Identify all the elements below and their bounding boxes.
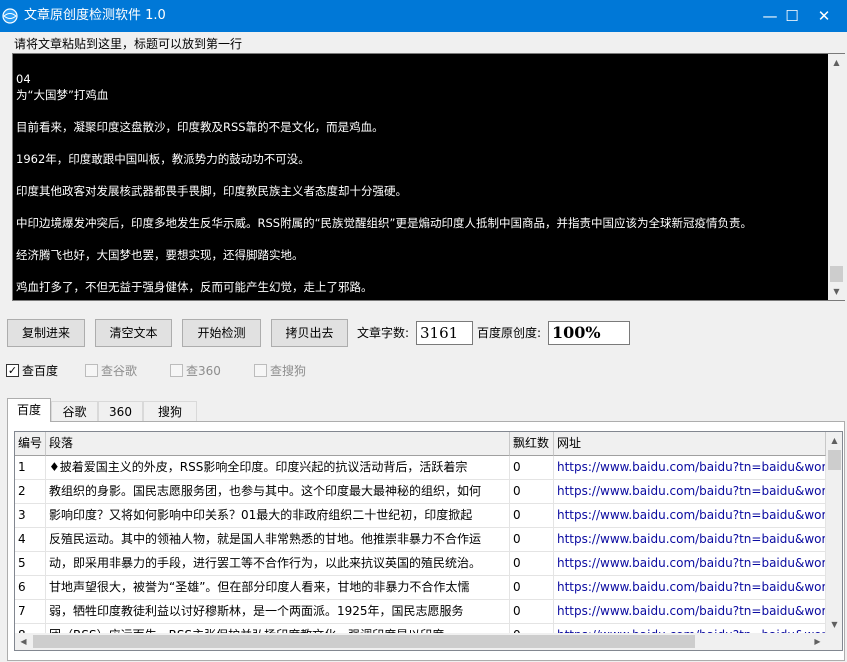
checkbox-icon[interactable] — [85, 364, 98, 377]
title-bar[interactable]: 文章原创度检测软件 1.0 — ☐ ✕ — [0, 0, 847, 32]
check-baidu[interactable]: ✓ 查百度 — [6, 363, 66, 379]
editor-scrollbar[interactable]: ▲ ▼ — [828, 54, 845, 300]
tab-360[interactable]: 360 — [98, 401, 143, 421]
scroll-right-icon[interactable]: ▶ — [809, 633, 826, 650]
article-line: 1962年，印度敢跟中国叫板，教派势力的鼓动功不可没。 — [16, 152, 310, 166]
row-url-link[interactable]: https://www.baidu.com/baidu?tn=baidu&wor… — [554, 552, 826, 576]
row-red-count: 0 — [510, 480, 554, 504]
table-row[interactable]: 4 反殖民运动。其中的领袖人物，就是国人非常熟悉的甘地。他推崇非暴力不合作运 0… — [15, 528, 826, 552]
row-paragraph: 弱，牺牲印度教徒利益以讨好穆斯林，是一个两面派。1925年，国民志愿服务 — [46, 600, 510, 624]
tab-baidu[interactable]: 百度 — [7, 398, 51, 422]
row-id: 3 — [15, 504, 46, 528]
check-360-label: 查360 — [186, 364, 221, 378]
copy-in-button[interactable]: 复制进来 — [7, 319, 85, 347]
scroll-up-icon[interactable]: ▲ — [826, 432, 842, 449]
article-textarea[interactable]: 04 为“大国梦”打鸡血 目前看来，凝聚印度这盘散沙，印度教及RSS靠的不是文化… — [12, 53, 845, 301]
start-check-button[interactable]: 开始检测 — [182, 319, 261, 347]
window-title: 文章原创度检测软件 1.0 — [24, 8, 166, 23]
article-line: 印度其他政客对发展核武器都畏手畏脚，印度教民族主义者态度却十分强硬。 — [16, 184, 407, 198]
copy-out-button[interactable]: 拷贝出去 — [271, 319, 348, 347]
word-count-label: 文章字数: — [357, 326, 410, 340]
check-baidu-label: 查百度 — [22, 364, 59, 378]
table-row[interactable]: 1 ♦披着爱国主义的外皮，RSS影响全印度。印度兴起的抗议活动背后，活跃着宗 0… — [15, 456, 826, 480]
article-line: 目前看来，凝聚印度这盘散沙，印度教及RSS靠的不是文化，而是鸡血。 — [16, 120, 384, 134]
scroll-thumb[interactable] — [828, 450, 841, 470]
check-360[interactable]: 查360 — [170, 363, 230, 379]
row-url-link[interactable]: https://www.baidu.com/baidu?tn=baidu&wor… — [554, 456, 826, 480]
originality-label: 百度原创度: — [477, 326, 542, 340]
row-url-link[interactable]: https://www.baidu.com/baidu?tn=baidu&wor… — [554, 480, 826, 504]
originality-field[interactable]: 100% — [548, 321, 630, 345]
article-line: 鸡血打多了，不但无益于强身健体，反而可能产生幻觉，走上了邪路。 — [16, 280, 373, 294]
scroll-left-icon[interactable]: ◀ — [15, 633, 32, 650]
row-red-count: 0 — [510, 456, 554, 480]
check-google-label: 查谷歌 — [101, 364, 138, 378]
tab-sogou[interactable]: 搜狗 — [143, 401, 197, 421]
check-sogou[interactable]: 查搜狗 — [254, 363, 314, 379]
table-row[interactable]: 5 动，即采用非暴力的手段，进行罢工等不合作行为，以此来抗议英国的殖民统治。 0… — [15, 552, 826, 576]
scroll-thumb[interactable] — [830, 266, 843, 282]
row-paragraph: ♦披着爱国主义的外皮，RSS影响全印度。印度兴起的抗议活动背后，活跃着宗 — [46, 456, 510, 480]
word-count-field[interactable]: 3161 — [416, 321, 473, 345]
article-line: 为“大国梦”打鸡血 — [16, 88, 109, 102]
row-red-count: 0 — [510, 552, 554, 576]
checkbox-checked-icon[interactable]: ✓ — [6, 364, 19, 377]
row-paragraph: 甘地声望很大，被誉为“圣雄”。但在部分印度人看来，甘地的非暴力不合作太懦 — [46, 576, 510, 600]
row-id: 4 — [15, 528, 46, 552]
column-header-paragraph[interactable]: 段落 — [46, 432, 510, 456]
table-row[interactable]: 7 弱，牺牲印度教徒利益以讨好穆斯林，是一个两面派。1925年，国民志愿服务 0… — [15, 600, 826, 624]
editor-instruction: 请将文章粘贴到这里，标题可以放到第一行 — [14, 37, 243, 51]
column-header-id[interactable]: 编号 — [15, 432, 46, 456]
table-row[interactable]: 6 甘地声望很大，被誉为“圣雄”。但在部分印度人看来，甘地的非暴力不合作太懦 0… — [15, 576, 826, 600]
row-id: 7 — [15, 600, 46, 624]
checkbox-icon[interactable] — [254, 364, 267, 377]
table-row[interactable]: 3 影响印度？又将如何影响中印关系？01最大的非政府组织二十世纪初，印度掀起 0… — [15, 504, 826, 528]
article-line: 04 — [16, 72, 31, 86]
close-button[interactable]: ✕ — [801, 0, 847, 32]
results-grid[interactable]: 编号 段落 飘红数 网址 1 ♦披着爱国主义的外皮，RSS影响全印度。印度兴起的… — [14, 431, 843, 651]
clear-text-button[interactable]: 清空文本 — [95, 319, 172, 347]
row-paragraph: 反殖民运动。其中的领袖人物，就是国人非常熟悉的甘地。他推崇非暴力不合作运 — [46, 528, 510, 552]
row-id: 5 — [15, 552, 46, 576]
grid-vertical-scrollbar[interactable]: ▲ ▼ — [826, 432, 842, 650]
row-red-count: 0 — [510, 600, 554, 624]
scroll-thumb[interactable] — [33, 635, 695, 648]
row-id: 1 — [15, 456, 46, 480]
app-icon — [2, 8, 18, 24]
scroll-down-icon[interactable]: ▼ — [828, 283, 845, 300]
row-url-link[interactable]: https://www.baidu.com/baidu?tn=baidu&wor… — [554, 600, 826, 624]
row-url-link[interactable]: https://www.baidu.com/baidu?tn=baidu&wor… — [554, 504, 826, 528]
scroll-up-icon[interactable]: ▲ — [828, 54, 845, 71]
row-id: 6 — [15, 576, 46, 600]
table-row[interactable]: 2 教组织的身影。国民志愿服务团，也参与其中。这个印度最大最神秘的组织，如何 0… — [15, 480, 826, 504]
row-paragraph: 动，即采用非暴力的手段，进行罢工等不合作行为，以此来抗议英国的殖民统治。 — [46, 552, 510, 576]
article-line: 中印边境爆发冲突后，印度多地发生反华示威。RSS附属的“民族觉醒组织”更是煽动印… — [16, 216, 752, 230]
scroll-down-icon[interactable]: ▼ — [826, 616, 842, 633]
row-url-link[interactable]: https://www.baidu.com/baidu?tn=baidu&wor… — [554, 528, 826, 552]
check-sogou-label: 查搜狗 — [270, 364, 307, 378]
row-paragraph: 影响印度？又将如何影响中印关系？01最大的非政府组织二十世纪初，印度掀起 — [46, 504, 510, 528]
grid-horizontal-scrollbar[interactable]: ◀ ▶ — [15, 633, 826, 650]
column-header-url[interactable]: 网址 — [554, 432, 826, 456]
check-google[interactable]: 查谷歌 — [85, 363, 145, 379]
article-line: 经济腾飞也好，大国梦也罢，要想实现，还得脚踏实地。 — [16, 248, 304, 262]
row-url-link[interactable]: https://www.baidu.com/baidu?tn=baidu&wor… — [554, 576, 826, 600]
column-header-red-count[interactable]: 飘红数 — [510, 432, 554, 456]
row-red-count: 0 — [510, 576, 554, 600]
row-red-count: 0 — [510, 504, 554, 528]
row-paragraph: 教组织的身影。国民志愿服务团，也参与其中。这个印度最大最神秘的组织，如何 — [46, 480, 510, 504]
row-id: 2 — [15, 480, 46, 504]
tab-google[interactable]: 谷歌 — [51, 401, 98, 421]
row-red-count: 0 — [510, 528, 554, 552]
article-text[interactable]: 04 为“大国梦”打鸡血 目前看来，凝聚印度这盘散沙，印度教及RSS靠的不是文化… — [16, 71, 824, 295]
checkbox-icon[interactable] — [170, 364, 183, 377]
